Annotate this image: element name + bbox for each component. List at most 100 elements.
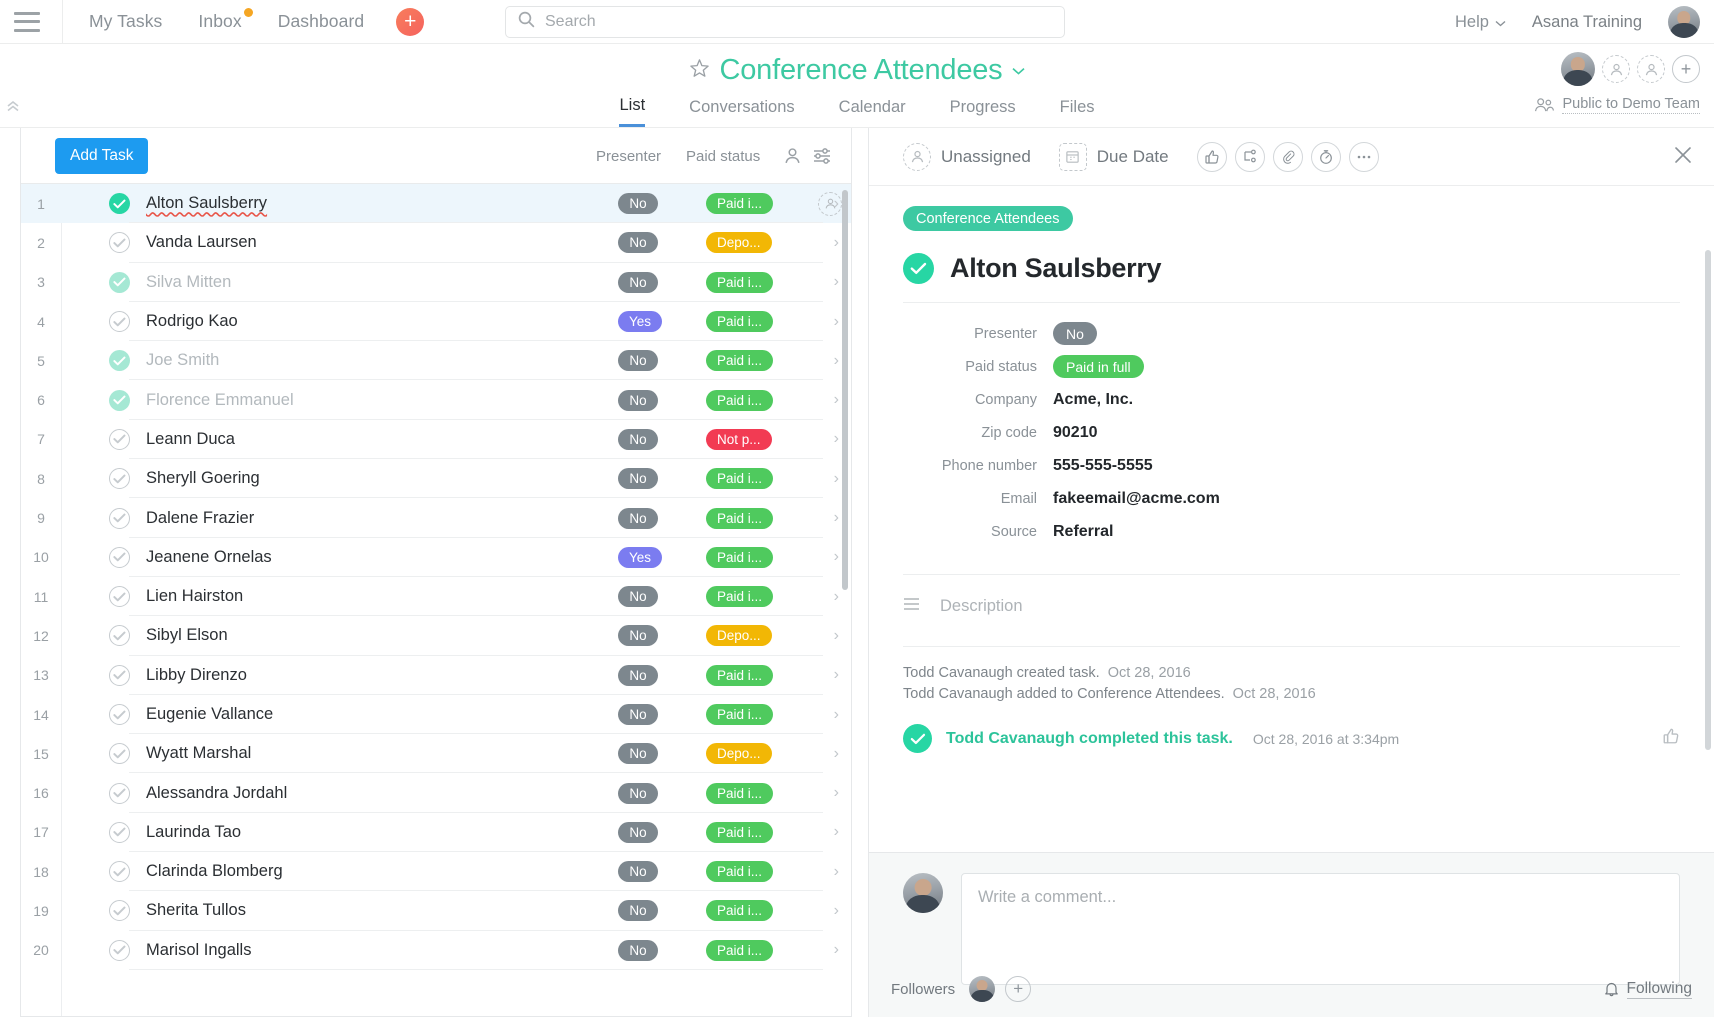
task-checkbox[interactable]	[109, 311, 130, 332]
task-name[interactable]: Sheryll Goering	[146, 469, 260, 488]
presenter-badge[interactable]: No	[618, 940, 658, 961]
tab-progress[interactable]: Progress	[950, 98, 1016, 126]
presenter-badge[interactable]: Yes	[618, 311, 662, 332]
like-icon[interactable]	[1197, 142, 1227, 172]
member-placeholder-icon[interactable]	[1637, 55, 1665, 83]
close-icon[interactable]	[1674, 146, 1692, 169]
expand-task-chevron-right-icon[interactable]: ›	[834, 706, 839, 724]
field-value[interactable]: 555-555-5555	[1053, 457, 1153, 475]
detail-scrollbar[interactable]	[1705, 250, 1711, 750]
presenter-badge[interactable]: No	[618, 272, 658, 293]
task-checkbox[interactable]	[109, 232, 130, 253]
table-row[interactable]: 15Wyatt MarshalNoDepo...›	[21, 734, 851, 773]
task-name[interactable]: Eugenie Vallance	[146, 705, 273, 724]
task-checkbox[interactable]	[109, 900, 130, 921]
table-row[interactable]: 11Lien HairstonNoPaid i...›	[21, 577, 851, 616]
table-row[interactable]: 14Eugenie VallanceNoPaid i...›	[21, 695, 851, 734]
paid-status-badge[interactable]: Paid i...	[706, 508, 773, 529]
expand-task-chevron-right-icon[interactable]: ›	[834, 234, 839, 252]
task-checkbox[interactable]	[109, 193, 130, 214]
description-field[interactable]: Description	[903, 574, 1680, 646]
presenter-badge[interactable]: No	[618, 625, 658, 646]
task-checkbox[interactable]	[109, 861, 130, 882]
field-value[interactable]: fakeemail@acme.com	[1053, 490, 1220, 508]
paid-status-badge[interactable]: Depo...	[706, 625, 772, 646]
task-checkbox[interactable]	[109, 508, 130, 529]
nav-inbox[interactable]: Inbox	[198, 11, 241, 32]
table-row[interactable]: 9Dalene FrazierNoPaid i...›	[21, 498, 851, 537]
task-name[interactable]: Laurinda Tao	[146, 823, 241, 842]
presenter-badge[interactable]: No	[618, 468, 658, 489]
presenter-badge[interactable]: No	[618, 861, 658, 882]
expand-task-chevron-right-icon[interactable]: ›	[834, 470, 839, 488]
task-checkbox[interactable]	[109, 350, 130, 371]
expand-task-chevron-right-icon[interactable]: ›	[834, 627, 839, 645]
table-row[interactable]: 19Sherita TullosNoPaid i...›	[21, 891, 851, 930]
task-name[interactable]: Vanda Laursen	[146, 233, 257, 252]
paid-status-badge[interactable]: Paid i...	[706, 311, 773, 332]
task-name[interactable]: Libby Direnzo	[146, 666, 247, 685]
table-row[interactable]: 18Clarinda BlombergNoPaid i...›	[21, 852, 851, 891]
field-value-badge[interactable]: No	[1053, 322, 1097, 345]
expand-task-chevron-right-icon[interactable]: ›	[834, 745, 839, 763]
star-icon[interactable]	[689, 58, 710, 84]
field-value-badge[interactable]: Paid in full	[1053, 355, 1144, 378]
task-name[interactable]: Rodrigo Kao	[146, 312, 238, 331]
quick-add-button[interactable]: +	[396, 8, 424, 36]
presenter-badge[interactable]: No	[618, 783, 658, 804]
paid-status-badge[interactable]: Depo...	[706, 232, 772, 253]
paid-status-badge[interactable]: Paid i...	[706, 783, 773, 804]
tab-list[interactable]: List	[619, 96, 645, 127]
presenter-badge[interactable]: No	[618, 350, 658, 371]
expand-task-chevron-right-icon[interactable]: ›	[834, 430, 839, 448]
task-name[interactable]: Dalene Frazier	[146, 509, 254, 528]
table-row[interactable]: 8Sheryll GoeringNoPaid i...›	[21, 459, 851, 498]
task-name[interactable]: Wyatt Marshal	[146, 744, 251, 763]
add-follower-button[interactable]: +	[1005, 976, 1031, 1002]
task-checkbox[interactable]	[109, 547, 130, 568]
paid-status-badge[interactable]: Paid i...	[706, 350, 773, 371]
page-title[interactable]: Conference Attendees	[720, 54, 1003, 87]
expand-task-chevron-right-icon[interactable]: ›	[834, 666, 839, 684]
add-member-button[interactable]: +	[1672, 55, 1700, 83]
expand-task-chevron-right-icon[interactable]: ›	[834, 784, 839, 802]
task-checkbox[interactable]	[109, 429, 130, 450]
table-row[interactable]: 2Vanda LaursenNoDepo...›	[21, 223, 851, 262]
project-privacy[interactable]: Public to Demo Team	[1534, 96, 1700, 114]
paid-status-badge[interactable]: Paid i...	[706, 193, 773, 214]
paid-status-badge[interactable]: Paid i...	[706, 272, 773, 293]
task-name[interactable]: Alton Saulsberry	[146, 194, 267, 213]
presenter-badge[interactable]: No	[618, 704, 658, 725]
paid-status-badge[interactable]: Paid i...	[706, 900, 773, 921]
task-checkbox[interactable]	[109, 665, 130, 686]
column-header-paid-status[interactable]: Paid status	[686, 148, 760, 165]
paid-status-badge[interactable]: Paid i...	[706, 586, 773, 607]
table-row[interactable]: 7Leann DucaNoNot p...›	[21, 420, 851, 459]
table-row[interactable]: 4Rodrigo KaoYesPaid i...›	[21, 302, 851, 341]
task-checkbox[interactable]	[109, 783, 130, 804]
task-name[interactable]: Leann Duca	[146, 430, 235, 449]
table-row[interactable]: 20Marisol IngallsNoPaid i...›	[21, 931, 851, 970]
task-checkbox[interactable]	[109, 625, 130, 646]
task-checkbox[interactable]	[109, 704, 130, 725]
expand-task-chevron-right-icon[interactable]: ›	[834, 823, 839, 841]
paid-status-badge[interactable]: Paid i...	[706, 822, 773, 843]
member-avatar[interactable]	[1561, 52, 1595, 86]
following-toggle[interactable]: Following	[1604, 980, 1692, 999]
expand-task-chevron-right-icon[interactable]: ›	[834, 863, 839, 881]
task-checkbox[interactable]	[109, 743, 130, 764]
task-checkbox[interactable]	[109, 468, 130, 489]
workspace-name[interactable]: Asana Training	[1532, 13, 1642, 32]
table-row[interactable]: 12Sibyl ElsonNoDepo...›	[21, 616, 851, 655]
table-row[interactable]: 16Alessandra JordahlNoPaid i...›	[21, 773, 851, 812]
paid-status-badge[interactable]: Paid i...	[706, 861, 773, 882]
task-checkbox[interactable]	[109, 586, 130, 607]
task-name[interactable]: Clarinda Blomberg	[146, 862, 283, 881]
expand-task-chevron-right-icon[interactable]: ›	[834, 588, 839, 606]
task-name[interactable]: Lien Hairston	[146, 587, 243, 606]
presenter-badge[interactable]: No	[618, 822, 658, 843]
paid-status-badge[interactable]: Paid i...	[706, 665, 773, 686]
tab-calendar[interactable]: Calendar	[839, 98, 906, 126]
task-name[interactable]: Marisol Ingalls	[146, 941, 251, 960]
presenter-badge[interactable]: Yes	[618, 547, 662, 568]
